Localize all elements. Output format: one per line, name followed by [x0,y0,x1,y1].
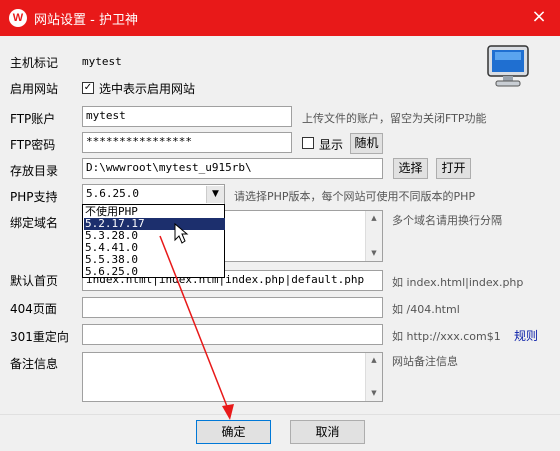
monitor-icon [487,45,529,87]
p404-input[interactable] [82,297,383,318]
app-logo-icon: W [9,9,27,27]
random-button[interactable]: 随机 [350,133,383,154]
ftp-pass-label: FTP密码 [10,138,56,152]
button-bar [0,414,560,451]
enable-label: 启用网站 [10,82,59,96]
show-password-label: 显示 [319,138,344,152]
chevron-down-icon[interactable]: ▼ [206,186,224,203]
index-hint: 如 index.html|index.php [392,276,524,289]
note-hint: 网站备注信息 [392,355,458,368]
enable-checkbox[interactable]: ✓ [82,82,94,94]
domain-hint: 多个域名请用换行分隔 [392,214,502,227]
r301-input[interactable] [82,324,383,345]
note-textarea[interactable] [82,352,383,402]
select-dir-button[interactable]: 选择 [393,158,428,179]
enable-checkbox-label: 选中表示启用网站 [99,82,196,96]
open-dir-button[interactable]: 打开 [436,158,471,179]
r301-label: 301重定向 [10,330,69,344]
ok-button[interactable]: 确定 [196,420,271,444]
host-label: 主机标记 [10,56,59,70]
php-hint: 请选择PHP版本，每个网站可使用不同版本的PHP [234,190,476,203]
close-icon[interactable]: × [527,5,551,29]
note-scrollbar[interactable]: ▲ ▼ [365,353,382,401]
cancel-button[interactable]: 取消 [290,420,365,444]
scroll-down-icon[interactable]: ▼ [366,389,382,397]
scroll-up-icon[interactable]: ▲ [366,356,382,364]
title-bar: W 网站设置 - 护卫神 × [0,0,560,36]
php-select-value: 5.6.25.0 [86,187,139,200]
host-value: mytest [82,55,122,68]
ftp-user-hint: 上传文件的账户，留空为关闭FTP功能 [302,112,487,125]
dir-label: 存放目录 [10,164,59,178]
r301-hint: 如 http://xxx.com$1 [392,330,501,343]
php-dropdown-list: 不使用PHP 5.2.17.17 5.3.28.0 5.4.41.0 5.5.3… [82,204,225,278]
php-option[interactable]: 5.6.25.0 [84,266,225,278]
domain-label: 绑定域名 [10,216,59,230]
domain-scrollbar[interactable]: ▲ ▼ [365,211,382,261]
p404-hint: 如 /404.html [392,303,460,316]
window-title: 网站设置 - 护卫神 [34,13,138,28]
r301-rules-link[interactable]: 规则 [514,327,538,344]
note-label: 备注信息 [10,357,59,371]
p404-label: 404页面 [10,302,57,316]
php-label: PHP支持 [10,190,58,204]
index-label: 默认首页 [10,274,59,288]
ftp-user-input[interactable]: mytest [82,106,292,127]
show-password-checkbox[interactable] [302,137,314,149]
ftp-pass-input[interactable]: **************** [82,132,292,153]
scroll-up-icon[interactable]: ▲ [366,214,382,222]
dir-input[interactable]: D:\wwwroot\mytest_u915rb\ [82,158,383,179]
php-select[interactable]: 5.6.25.0 [82,184,225,205]
ftp-user-label: FTP账户 [10,112,56,126]
scroll-down-icon[interactable]: ▼ [366,249,382,257]
